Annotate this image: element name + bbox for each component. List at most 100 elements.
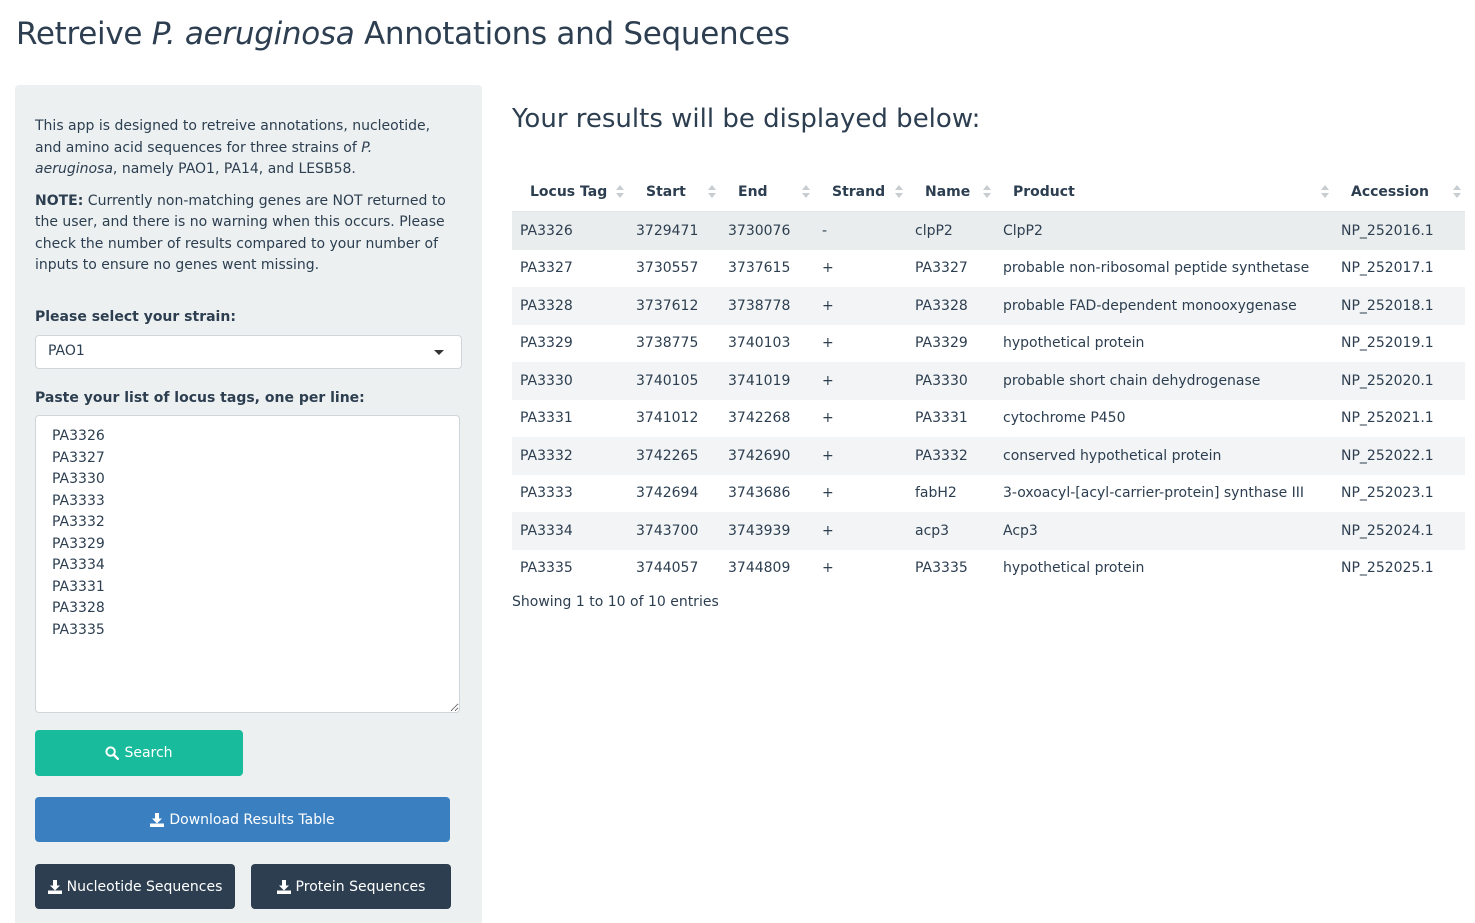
column-header-accession[interactable]: Accession [1333, 173, 1465, 212]
table-cell: 3742694 [636, 485, 699, 502]
column-header-label: Strand [832, 184, 886, 200]
table-cell: NP_252020.1 [1341, 372, 1434, 389]
table-cell: PA3330 [520, 372, 573, 389]
column-header-start[interactable]: Start [628, 173, 720, 212]
column-header-name[interactable]: Name [907, 173, 995, 212]
table-cell: NP_252016.1 [1341, 222, 1434, 239]
table-cell: + [822, 485, 834, 502]
table-cell: NP_252025.1 [1341, 560, 1434, 577]
page-title: Retreive P. aeruginosa Annotations and S… [16, 16, 790, 52]
table-cell: 3730557 [636, 260, 699, 277]
search-button-label: Search [124, 745, 173, 761]
column-header-product[interactable]: Product [995, 173, 1333, 212]
table-cell: PA3329 [915, 335, 968, 352]
download-icon [276, 879, 291, 894]
search-button[interactable]: Search [35, 730, 243, 776]
download-icon [47, 879, 62, 894]
table-cell: 3743686 [728, 485, 791, 502]
table-cell: hypothetical protein [1003, 560, 1145, 577]
table-cell: probable short chain dehydrogenase [1003, 372, 1261, 389]
intro-part-2: , namely PAO1, PA14, and LESB58. [112, 161, 356, 177]
table-row: PA3327 3730557 3737615 + PA3327 probable non-… [512, 250, 1465, 288]
table-cell: 3742265 [636, 447, 699, 464]
column-header-locus-tag[interactable]: Locus Tag [512, 173, 628, 212]
table-cell: conserved hypothetical protein [1003, 447, 1222, 464]
results-heading: Your results will be displayed below: [512, 104, 981, 134]
table-info: Showing 1 to 10 of 10 entries [512, 594, 719, 610]
note-label: NOTE: [35, 192, 84, 209]
column-header-label: End [738, 184, 768, 200]
table-cell: 3738775 [636, 335, 699, 352]
table-cell: NP_252017.1 [1341, 260, 1434, 277]
table-cell: PA3329 [520, 335, 573, 352]
table-row: PA3331 3741012 3742268 + PA3331 cytochrome P4… [512, 400, 1465, 438]
column-header-label: Product [1013, 184, 1075, 200]
table-cell: hypothetical protein [1003, 335, 1145, 352]
protein-sequences-label: Protein Sequences [295, 878, 426, 895]
column-header-label: Locus Tag [530, 184, 608, 200]
table-cell: PA3331 [915, 410, 968, 427]
table-cell: NP_252023.1 [1341, 485, 1434, 502]
table-cell: + [822, 522, 834, 539]
table-cell: 3740103 [728, 335, 791, 352]
table-cell: + [822, 260, 834, 277]
table-cell: + [822, 560, 834, 577]
table-cell: 3744057 [636, 560, 699, 577]
table-cell: 3729471 [636, 222, 699, 239]
table-cell: 3740105 [636, 372, 699, 389]
column-header-label: Start [646, 184, 686, 200]
table-cell: 3741019 [728, 372, 791, 389]
strain-select-value: PAO1 [48, 343, 85, 359]
table-cell: - [822, 222, 828, 239]
sort-icon [983, 185, 991, 199]
table-cell: 3730076 [728, 222, 791, 239]
title-prefix: Retreive [16, 16, 152, 52]
table-cell: + [822, 447, 834, 464]
sidebar-panel: This app is designed to retreive annotat… [15, 85, 482, 923]
title-species: P. aeruginosa [151, 16, 355, 52]
table-cell: PA3328 [915, 297, 968, 314]
table-cell: PA3327 [520, 260, 573, 277]
locus-tags-textarea[interactable]: PA3326 PA3327 PA3330 PA3333 PA3332 PA332… [35, 415, 460, 713]
table-cell: 3738778 [728, 297, 791, 314]
table-cell: probable non-ribosomal peptide synthetas… [1003, 260, 1310, 277]
table-cell: + [822, 410, 834, 427]
results-table: Locus Tag Start End Strand Name Product … [512, 173, 1465, 587]
table-cell: PA3335 [915, 560, 968, 577]
table-cell: PA3332 [915, 447, 968, 464]
table-row: PA3329 3738775 3740103 + PA3329 hypothetical … [512, 325, 1465, 363]
note-paragraph: NOTE: Currently non-matching genes are N… [35, 191, 455, 277]
strain-label: Please select your strain: [35, 309, 236, 325]
protein-sequences-button[interactable]: Protein Sequences [251, 864, 451, 909]
download-results-button[interactable]: Download Results Table [35, 797, 450, 842]
sort-icon [802, 185, 810, 199]
strain-select[interactable]: PAO1 [35, 335, 462, 369]
table-cell: + [822, 372, 834, 389]
table-cell: fabH2 [915, 485, 957, 502]
table-cell: 3741012 [636, 410, 699, 427]
column-header-end[interactable]: End [720, 173, 814, 212]
sort-icon [1321, 185, 1329, 199]
nucleotide-sequences-button[interactable]: Nucleotide Sequences [35, 864, 235, 909]
table-cell: PA3333 [520, 485, 573, 502]
column-header-strand[interactable]: Strand [814, 173, 907, 212]
sort-icon [1453, 185, 1461, 199]
table-cell: PA3327 [915, 260, 968, 277]
table-cell: acp3 [915, 522, 950, 539]
table-row: PA3328 3737612 3738778 + PA3328 probable FAD-… [512, 287, 1465, 325]
table-cell: PA3334 [520, 522, 573, 539]
column-header-label: Accession [1351, 184, 1429, 200]
table-cell: PA3331 [520, 410, 573, 427]
table-row: PA3330 3740105 3741019 + PA3330 probable shor… [512, 362, 1465, 400]
table-cell: clpP2 [915, 222, 953, 239]
table-row: PA3326 3729471 3730076 - clpP2 ClpP2 NP_252016… [512, 211, 1465, 250]
search-icon [105, 746, 120, 760]
table-cell: PA3330 [915, 372, 968, 389]
sort-icon [708, 185, 716, 199]
table-cell: 3742690 [728, 447, 791, 464]
sort-icon [616, 185, 624, 199]
table-cell: PA3335 [520, 560, 573, 577]
table-cell: Acp3 [1003, 522, 1038, 539]
table-row: PA3332 3742265 3742690 + PA3332 conserved hyp… [512, 437, 1465, 475]
nucleotide-sequences-label: Nucleotide Sequences [66, 878, 223, 895]
